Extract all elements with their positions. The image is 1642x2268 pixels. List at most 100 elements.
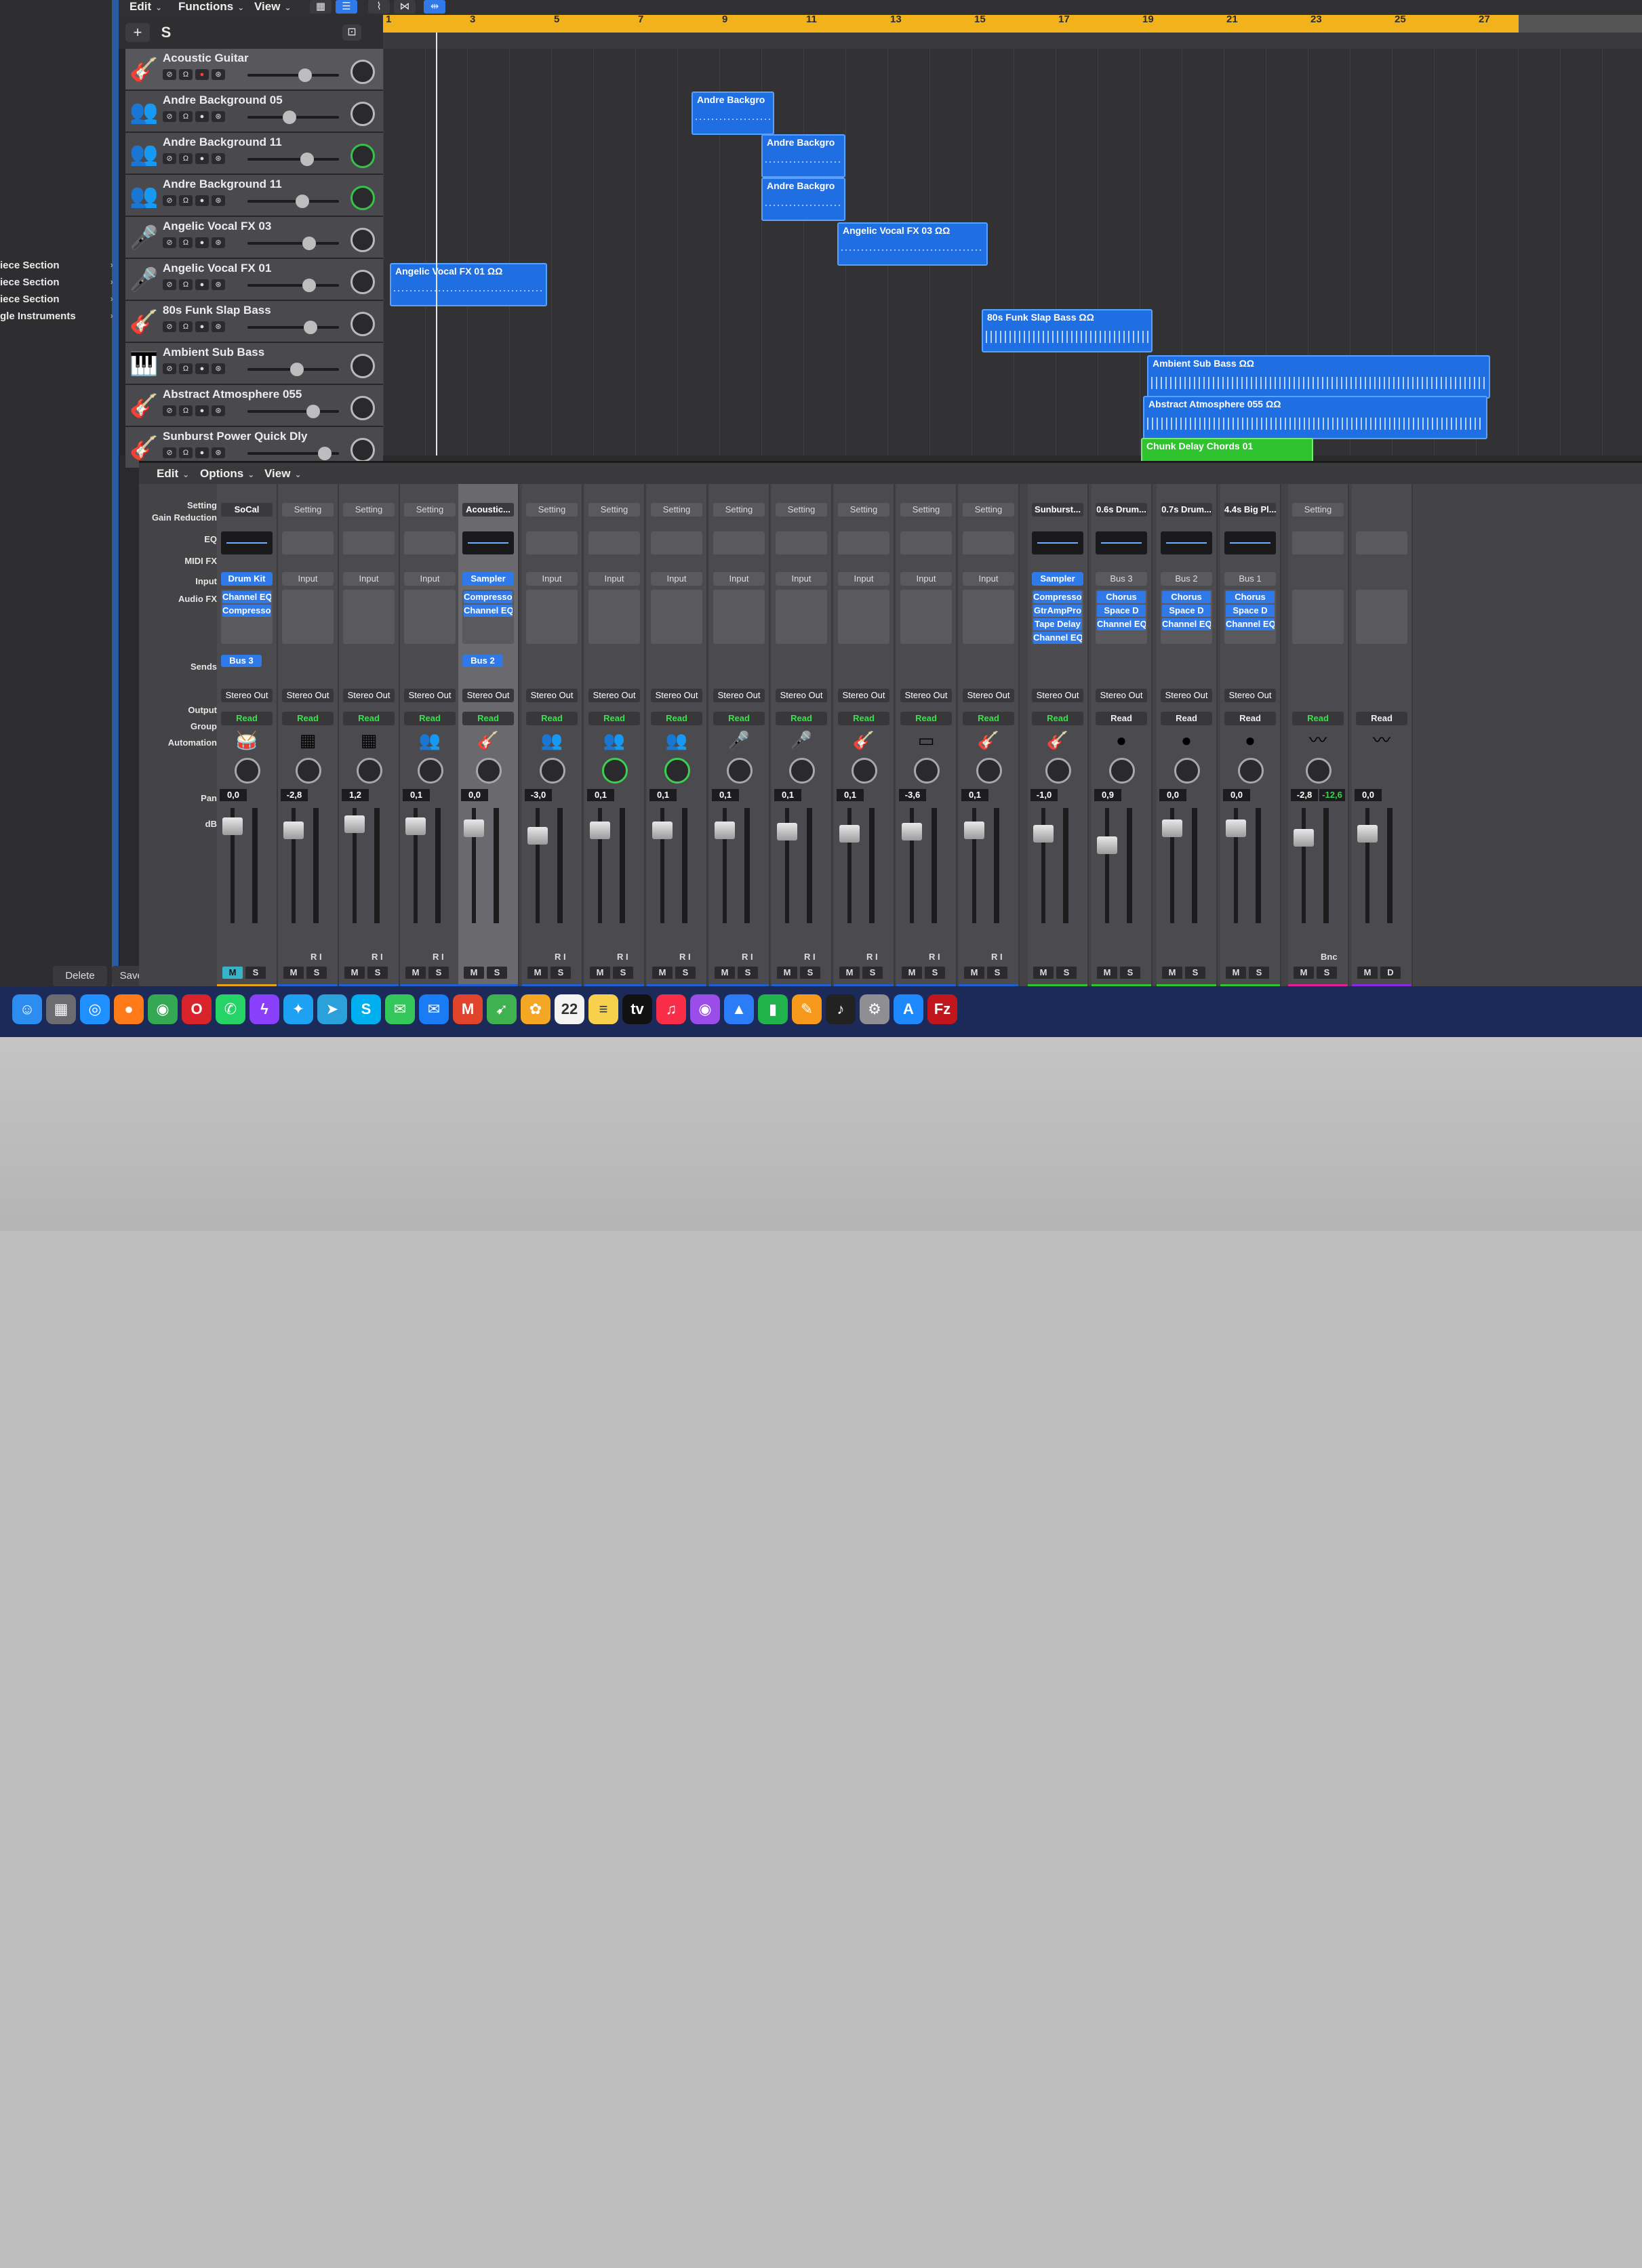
audio-fx-slots[interactable] (651, 590, 702, 644)
whatsapp-icon[interactable]: ✆ (216, 994, 245, 1024)
audio-fx-plugin[interactable]: Space D (1226, 605, 1275, 617)
send-slot[interactable]: Bus 2 (462, 655, 503, 667)
solo-button[interactable]: S (1120, 967, 1140, 979)
audio-fx-plugin[interactable]: Chorus (1226, 591, 1275, 603)
pan-knob[interactable] (351, 144, 375, 168)
volume-fader[interactable] (777, 808, 797, 923)
keynote-icon[interactable]: ▲ (724, 994, 754, 1024)
track-header[interactable]: 🎤 Angelic Vocal FX 01 ⊘ Ω ● ⊛ (125, 259, 383, 300)
setting-slot[interactable]: Setting (282, 503, 334, 517)
mute-button[interactable]: M (283, 967, 304, 979)
settings-icon[interactable]: ⚙ (860, 994, 889, 1024)
mute-button[interactable]: M (527, 967, 548, 979)
pages-icon[interactable]: ✎ (792, 994, 822, 1024)
volume-fader[interactable] (1226, 808, 1246, 923)
pan-knob[interactable] (602, 758, 628, 784)
eq-thumbnail[interactable] (838, 531, 889, 554)
automation-mode[interactable]: Read (1096, 712, 1147, 725)
volume-db-readout[interactable]: 0,0 (1159, 789, 1186, 801)
audio-fx-slots[interactable]: Compressor GtrAmpPro Tape Delay Channel EQ (1032, 590, 1083, 644)
collapse-icon[interactable]: ⊡ (342, 24, 361, 41)
input-monitor-icon[interactable]: ⊛ (212, 447, 225, 458)
audio-fx-slots[interactable] (1356, 590, 1407, 644)
record-input-buttons[interactable]: R I (679, 952, 691, 962)
input-slot[interactable]: Input (963, 572, 1014, 586)
setting-slot[interactable]: SoCal (221, 503, 273, 517)
input-slot[interactable]: Input (588, 572, 640, 586)
record-enable-icon[interactable]: ● (195, 447, 209, 458)
mute-button[interactable]: M (652, 967, 673, 979)
setting-slot[interactable]: 4.4s Big Pl... (1224, 503, 1276, 517)
volume-fader[interactable] (1294, 808, 1314, 923)
input-slot[interactable]: Input (343, 572, 395, 586)
fader-cap[interactable] (964, 821, 984, 839)
input-monitor-icon[interactable]: ⊛ (212, 405, 225, 416)
pan-knob[interactable] (351, 186, 375, 210)
automation-icon[interactable]: ⌇ (368, 0, 390, 14)
pan-knob[interactable] (1238, 758, 1264, 784)
automation-mode[interactable]: Read (1356, 712, 1407, 725)
volume-fader[interactable] (839, 808, 860, 923)
output-slot[interactable]: Stereo Out (282, 689, 334, 702)
headphones-icon[interactable]: Ω (179, 195, 193, 206)
pan-knob[interactable] (351, 354, 375, 378)
region[interactable]: Angelic Vocal FX 03 ΩΩ (837, 222, 988, 266)
grid-view-icon[interactable]: ▦ (310, 0, 332, 14)
track-name[interactable]: Ambient Sub Bass (163, 346, 264, 359)
automation-mode[interactable]: Read (526, 712, 578, 725)
audio-fx-plugin[interactable]: Channel EQ (1226, 618, 1275, 630)
send-slot[interactable]: Bus 3 (221, 655, 262, 667)
library-delete-button[interactable]: Delete (53, 966, 107, 986)
fader-cap[interactable] (1357, 825, 1378, 843)
record-input-buttons[interactable]: R I (866, 952, 878, 962)
audio-fx-slots[interactable]: Chorus Space D Channel EQ (1224, 590, 1276, 644)
output-slot[interactable]: Stereo Out (1161, 689, 1212, 702)
input-slot[interactable]: Bus 2 (1161, 572, 1212, 586)
volume-db-readout[interactable]: 1,2 (342, 789, 369, 801)
region[interactable]: Ambient Sub Bass ΩΩ (1147, 355, 1490, 399)
solo-button[interactable]: S (550, 967, 571, 979)
audio-fx-plugin[interactable]: Compressor (222, 605, 271, 617)
pan-knob[interactable] (296, 758, 321, 784)
track-name[interactable]: Sunburst Power Quick Dly (163, 430, 308, 443)
eq-thumbnail[interactable] (404, 531, 456, 554)
output-slot[interactable]: Stereo Out (651, 689, 702, 702)
input-monitor-icon[interactable]: ⊛ (212, 69, 225, 80)
volume-slider-knob[interactable] (290, 363, 304, 376)
track-header[interactable]: 🎸 Acoustic Guitar ⊘ Ω ● ⊛ (125, 49, 383, 90)
audio-fx-slots[interactable]: Chorus Space D Channel EQ (1096, 590, 1147, 644)
audio-fx-plugin[interactable]: Space D (1162, 605, 1211, 617)
ruler[interactable]: 1357911131517192123252729 (383, 14, 1642, 33)
volume-fader[interactable] (1357, 808, 1378, 923)
track-name[interactable]: Andre Background 05 (163, 94, 283, 107)
volume-slider-knob[interactable] (302, 279, 316, 292)
pan-knob[interactable] (351, 102, 375, 126)
solo-button[interactable]: S (428, 967, 449, 979)
audio-fx-plugin[interactable]: Tape Delay (1033, 618, 1082, 630)
volume-slider[interactable] (247, 447, 339, 460)
mute-button[interactable]: M (1162, 967, 1182, 979)
volume-slider[interactable] (247, 153, 339, 166)
audio-fx-slots[interactable] (282, 590, 334, 644)
volume-fader[interactable] (590, 808, 610, 923)
setting-slot[interactable]: Sunburst... (1032, 503, 1083, 517)
mixer-menu-view[interactable]: View ⌄ (264, 467, 302, 481)
track-name[interactable]: Angelic Vocal FX 01 (163, 262, 271, 275)
solo-global-button[interactable]: S (154, 23, 178, 42)
solo-button[interactable]: S (1317, 967, 1337, 979)
menu-functions[interactable]: Functions ⌄ (178, 0, 244, 14)
input-monitor-icon[interactable]: ⊛ (212, 237, 225, 248)
eq-thumbnail[interactable] (221, 531, 273, 554)
volume-db-readout[interactable]: 0,0 (461, 789, 488, 801)
fader-cap[interactable] (777, 823, 797, 841)
volume-slider[interactable] (247, 405, 339, 418)
audio-fx-slots[interactable] (776, 590, 827, 644)
audio-fx-slots[interactable] (963, 590, 1014, 644)
volume-fader[interactable] (1162, 808, 1182, 923)
menu-edit[interactable]: Edit ⌄ (129, 0, 162, 14)
pan-knob[interactable] (1109, 758, 1135, 784)
output-slot[interactable]: Stereo Out (1032, 689, 1083, 702)
fader-cap[interactable] (222, 817, 243, 835)
fader-cap[interactable] (715, 821, 735, 839)
fader-cap[interactable] (902, 823, 922, 841)
